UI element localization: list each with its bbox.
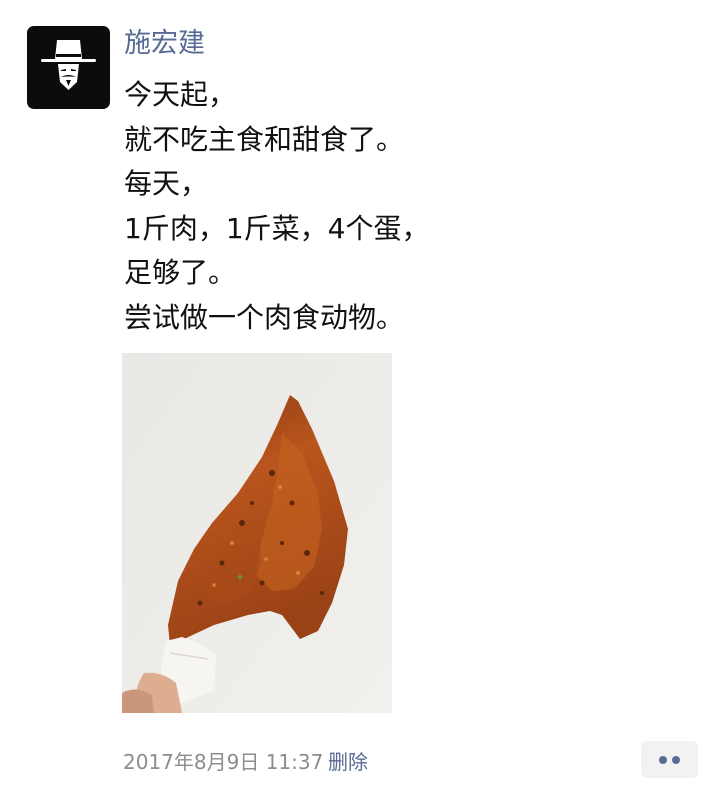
author-name[interactable]: 施宏建 (124, 24, 205, 64)
post-timestamp: 2017年8月9日 11:37 (123, 750, 324, 774)
post-line: 1斤肉，1斤菜，4个蛋， (124, 211, 430, 245)
post-line: 尝试做一个肉食动物。 (124, 300, 405, 334)
post-line: 每天， (124, 167, 209, 201)
post-line: 足够了。 (124, 256, 237, 290)
post-text: 今天起， 就不吃主食和甜食了。 每天， 1斤肉，1斤菜，4个蛋， 足够了。 尝试… (124, 73, 684, 341)
more-actions-button[interactable] (641, 741, 698, 778)
post-line: 今天起， (124, 78, 237, 111)
post-line: 就不吃主食和甜食了。 (124, 122, 405, 156)
fried-chicken-wing-photo (122, 353, 392, 713)
post-photo[interactable] (122, 353, 392, 713)
avatar[interactable] (27, 26, 110, 109)
two-dots-icon (672, 756, 680, 764)
two-dots-icon (659, 756, 667, 764)
masked-man-hat-icon (41, 40, 96, 90)
delete-link[interactable]: 删除 (328, 748, 368, 776)
